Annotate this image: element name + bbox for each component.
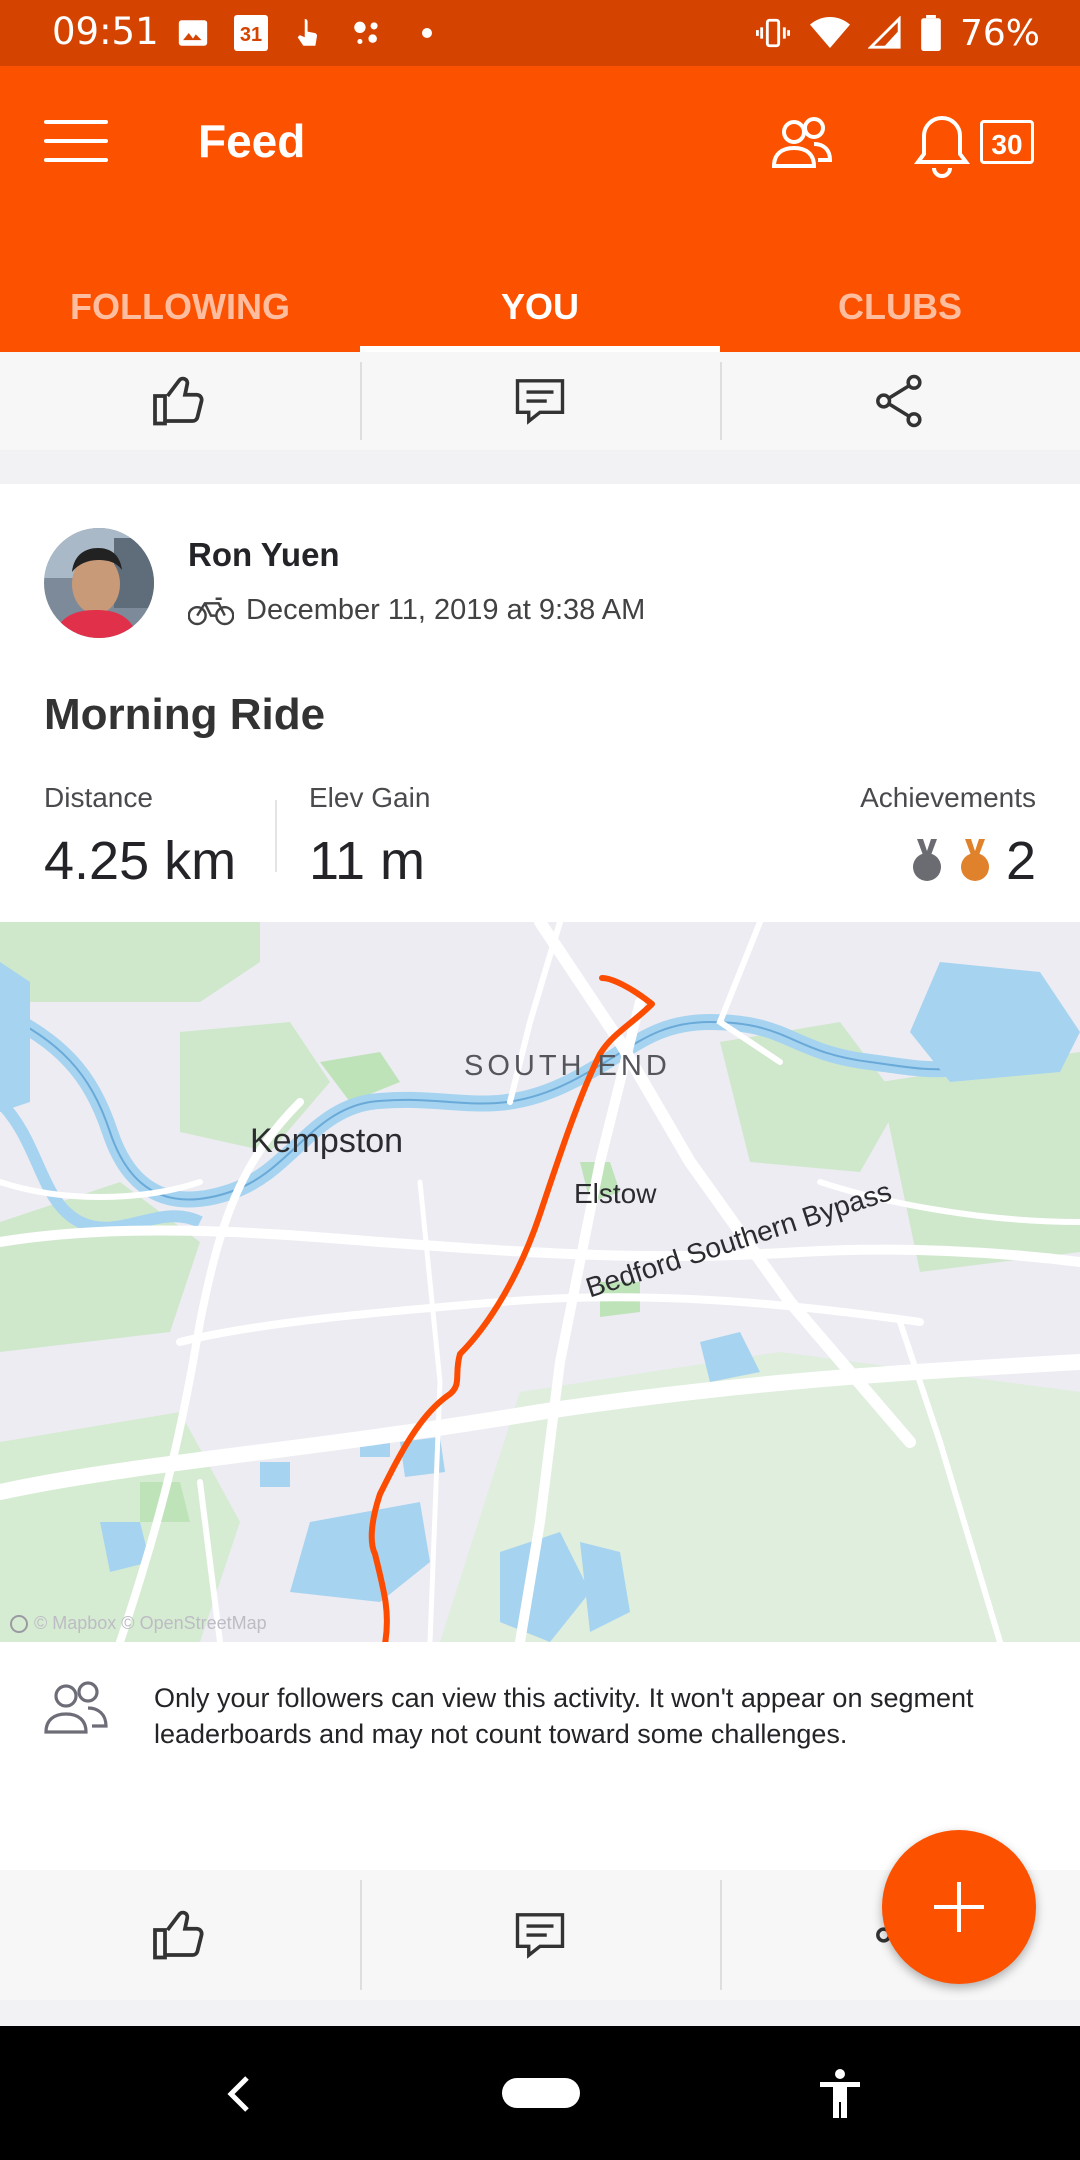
map-label-south-end: SOUTH END — [464, 1050, 671, 1082]
home-button[interactable] — [502, 2078, 580, 2108]
achievements-label: Achievements — [860, 782, 1036, 813]
previous-card-actions — [0, 352, 1080, 450]
plus-icon — [934, 1882, 984, 1932]
stat-achievements: Achievements 2 — [860, 782, 1036, 892]
assistant-icon — [354, 21, 378, 45]
share-icon — [876, 374, 922, 428]
tab-you[interactable]: YOU — [360, 262, 720, 352]
stat-divider — [275, 800, 277, 872]
kudos-button[interactable] — [0, 352, 360, 450]
bronze-medal-icon — [960, 839, 989, 881]
athlete-name[interactable]: Ron Yuen — [188, 536, 340, 574]
back-icon[interactable] — [224, 2074, 254, 2114]
silver-medal-icon — [912, 839, 941, 881]
vibrate-icon — [755, 18, 790, 48]
mapbox-logo-icon — [10, 1615, 28, 1634]
comment-icon — [515, 1913, 565, 1959]
feed-tabs: FOLLOWING YOU CLUBS — [0, 262, 1080, 352]
battery-icon — [921, 15, 941, 51]
kudos-button[interactable] — [0, 1870, 360, 2000]
bell-icon — [914, 115, 970, 178]
image-icon — [178, 20, 208, 46]
activity-map[interactable]: SOUTH END Kempston Elstow Bedford Southe… — [0, 922, 1080, 1642]
comment-button[interactable] — [360, 352, 720, 450]
notifications-button[interactable]: 30 — [914, 110, 1046, 182]
tab-clubs[interactable]: CLUBS — [720, 262, 1080, 352]
calendar-icon: 31 — [234, 15, 268, 51]
share-button[interactable] — [720, 352, 1080, 450]
map-background — [0, 922, 1080, 1642]
comment-button[interactable] — [360, 1870, 720, 2000]
status-time: 09:51 — [52, 10, 159, 53]
elev-gain-value: 11 m — [309, 831, 426, 891]
page-title: Feed — [198, 115, 306, 167]
status-system-icons: 76% — [754, 12, 1040, 54]
cell-signal-icon — [867, 16, 901, 49]
notification-badge: 30 — [980, 120, 1034, 164]
menu-button[interactable] — [44, 120, 108, 164]
map-label-elstow: Elstow — [574, 1178, 657, 1209]
avatar-photo — [44, 528, 154, 638]
thumbs-up-icon — [153, 376, 204, 426]
wifi-icon — [809, 17, 850, 48]
add-activity-button[interactable] — [882, 1830, 1036, 1984]
thumbs-up-icon — [153, 1910, 204, 1960]
status-bar: 09:51 31 76% — [0, 0, 1080, 66]
activity-meta: December 11, 2019 at 9:38 AM — [188, 594, 645, 627]
avatar[interactable] — [44, 528, 154, 638]
followers-icon — [44, 1681, 108, 1734]
map-attribution: © Mapbox © OpenStreetMap — [10, 1613, 267, 1634]
elev-gain-label: Elev Gain — [309, 782, 431, 813]
bike-icon — [188, 597, 234, 625]
achievements-count: 2 — [1005, 831, 1036, 891]
tab-following[interactable]: FOLLOWING — [0, 262, 360, 352]
people-icon — [771, 117, 833, 168]
system-nav-bar — [0, 2026, 1080, 2160]
find-friends-button[interactable] — [770, 114, 834, 174]
stat-elev-gain: Elev Gain 11 m — [309, 782, 430, 892]
distance-value: 4.25 km — [44, 831, 237, 891]
status-notification-icons: 31 — [176, 12, 432, 54]
activity-title[interactable]: Morning Ride — [44, 690, 325, 740]
activity-datetime: December 11, 2019 at 9:38 AM — [246, 594, 646, 626]
dot-icon — [422, 28, 432, 38]
accessibility-icon[interactable] — [816, 2068, 864, 2120]
activity-card[interactable]: Ron Yuen December 11, 2019 at 9:38 AM Mo… — [0, 484, 1080, 1870]
privacy-notice: Only your followers can view this activi… — [0, 1642, 1080, 1812]
stat-distance: Distance 4.25 km — [44, 782, 236, 892]
comment-icon — [515, 379, 565, 425]
distance-label: Distance — [44, 782, 153, 813]
app-bar: Feed 30 FOLLOWING YOU CLUBS — [0, 66, 1080, 352]
privacy-text: Only your followers can view this activi… — [154, 1683, 974, 1749]
touch-icon — [297, 18, 318, 46]
battery-percent: 76% — [959, 12, 1040, 54]
map-label-kempston: Kempston — [250, 1122, 404, 1160]
